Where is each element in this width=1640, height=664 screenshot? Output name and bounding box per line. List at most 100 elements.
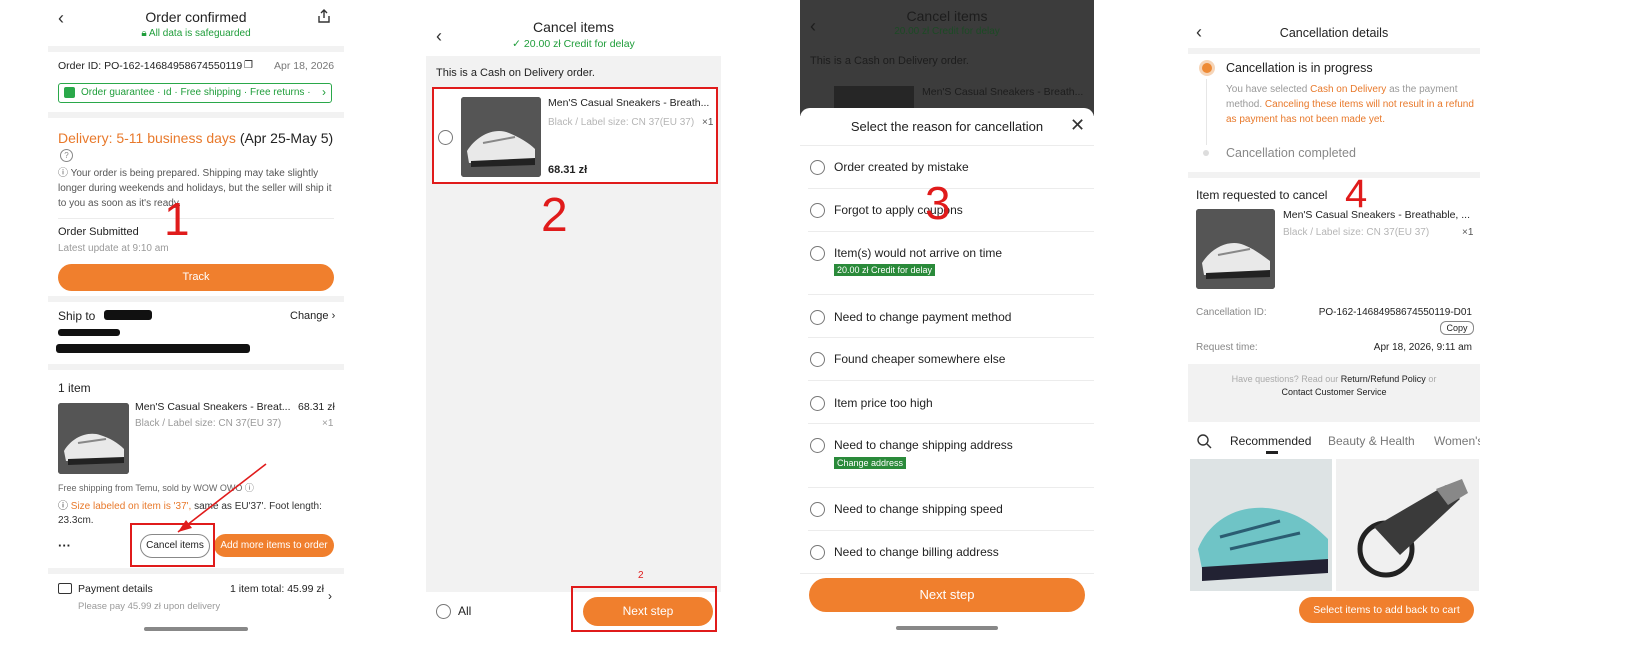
product-name[interactable]: Men'S Casual Sneakers - Breat...: [135, 401, 291, 413]
tab-beauty-health[interactable]: Beauty & Health: [1328, 434, 1415, 448]
product-image[interactable]: [1196, 209, 1275, 289]
reason-radio[interactable]: [810, 246, 825, 261]
chevron-right-icon[interactable]: ›: [328, 589, 332, 603]
help-icon[interactable]: ?: [60, 149, 73, 162]
prep-note: ⓘ Your order is being prepared. Shipping…: [58, 166, 338, 211]
tab-active-indicator: [1266, 451, 1278, 454]
payment-title[interactable]: Payment details: [78, 583, 153, 595]
reason-radio[interactable]: [810, 352, 825, 367]
panel-cancel-reason: ‹ Cancel items 20.00 zł Credit for delay…: [800, 0, 1094, 640]
change-label: Change: [290, 310, 329, 322]
reason-option[interactable]: Need to change shipping address Change a…: [800, 424, 1094, 487]
progress-text-part: You have selected: [1226, 84, 1308, 95]
order-id: Order ID: PO-162-14684958674550119: [58, 60, 243, 72]
divider: [58, 218, 334, 219]
reason-option[interactable]: Found cheaper somewhere else: [800, 338, 1094, 380]
payment-total: 1 item total: 45.99 zł: [230, 583, 324, 595]
panel-cancellation-details: ‹ Cancellation details Cancellation is i…: [1188, 0, 1480, 640]
reason-label: Need to change shipping address: [834, 438, 1013, 452]
reason-label: Need to change billing address: [834, 545, 999, 559]
page-title: Order confirmed: [145, 9, 247, 25]
section-gap: [48, 46, 344, 52]
tab-recommended[interactable]: Recommended: [1230, 434, 1311, 448]
reason-option[interactable]: Need to change shipping speed: [800, 488, 1094, 530]
progress-refund-note: Canceling these items will not result in…: [1226, 99, 1474, 125]
product-variant: Black / Label size: CN 37(EU 37): [135, 418, 282, 429]
cancellation-id-value: PO-162-14684958674550119-D01: [1318, 307, 1472, 318]
section-gap: [48, 296, 344, 302]
page-title: Cancellation details: [1279, 26, 1389, 40]
reason-option[interactable]: Item(s) would not arrive on time 20.00 z…: [800, 232, 1094, 294]
reason-radio[interactable]: [810, 160, 825, 175]
product-image[interactable]: [58, 403, 129, 474]
clock-progress-icon: [1199, 60, 1215, 76]
help-text: Have questions? Read our Return/Refund P…: [1188, 373, 1480, 399]
next-step-button[interactable]: Next step: [809, 578, 1085, 612]
progress-line: [1206, 79, 1207, 145]
share-icon[interactable]: [316, 8, 332, 29]
contact-service-link[interactable]: Contact Customer Service: [1281, 387, 1386, 397]
background-cod: This is a Cash on Delivery order.: [810, 55, 969, 67]
add-back-to-cart-button[interactable]: Select items to add back to cart: [1299, 597, 1474, 623]
recommended-product-image[interactable]: [1190, 459, 1332, 591]
reason-label: Found cheaper somewhere else: [834, 352, 1006, 366]
completed-label: Cancellation completed: [1226, 146, 1356, 160]
order-guarantee-bar[interactable]: Order guarantee · ıd · Free shipping · F…: [58, 83, 332, 103]
status-update: Latest update at 9:10 am: [58, 243, 169, 254]
reason-label: Item price too high: [834, 396, 933, 410]
reason-radio[interactable]: [810, 545, 825, 560]
chevron-right-icon: ›: [322, 85, 326, 99]
info-icon: ⓘ: [58, 168, 68, 179]
section-gap: [48, 568, 344, 574]
payment-note: Please pay 45.99 zł upon delivery: [78, 601, 221, 612]
status-title: Order Submitted: [58, 226, 139, 238]
credit-tag: 20.00 zł Credit for delay: [834, 264, 936, 276]
track-button[interactable]: Track: [58, 264, 334, 291]
divider: [800, 573, 1094, 574]
change-address-link[interactable]: Change ›: [290, 310, 335, 322]
section-gap: [48, 112, 344, 118]
section-gap: [1188, 48, 1480, 54]
items-count: 1 item: [58, 381, 91, 395]
copy-icon[interactable]: ❐: [244, 60, 253, 71]
redacted-address-line-1: [58, 329, 120, 336]
product-qty: ×1: [322, 418, 334, 429]
order-date: Apr 18, 2026: [274, 60, 335, 72]
lock-icon: 🔒︎: [141, 28, 147, 39]
reason-radio[interactable]: [810, 310, 825, 325]
change-address-tag[interactable]: Change address: [834, 457, 907, 469]
tab-womens[interactable]: Women's: [1434, 434, 1480, 448]
reason-option[interactable]: Need to change billing address: [800, 531, 1094, 573]
home-indicator: [896, 626, 998, 630]
reason-option[interactable]: Item price too high: [800, 381, 1094, 423]
completed-dot: [1203, 150, 1209, 156]
search-icon[interactable]: [1196, 433, 1212, 454]
product-price: 68.31 zł: [298, 401, 335, 413]
select-all-radio[interactable]: [436, 604, 451, 619]
cancellation-id-label: Cancellation ID:: [1196, 307, 1267, 318]
recommended-product-image[interactable]: [1336, 459, 1479, 591]
more-options-icon[interactable]: ···: [58, 538, 71, 553]
shield-check-icon: [64, 87, 75, 98]
requested-label: Item requested to cancel: [1196, 188, 1328, 202]
copy-button[interactable]: Copy: [1440, 321, 1474, 335]
background-credit: 20.00 zł Credit for delay: [894, 26, 1000, 37]
reason-radio[interactable]: [810, 438, 825, 453]
reason-option[interactable]: Need to change payment method: [800, 295, 1094, 337]
highlight-next-step: [571, 586, 717, 632]
close-icon[interactable]: ✕: [1070, 115, 1085, 136]
delivery-label: Delivery: 5-11 business days: [58, 130, 236, 146]
section-gap: [1188, 172, 1480, 178]
product-variant: Black / Label size: CN 37(EU 37): [1283, 227, 1430, 238]
progress-text: You have selected Cash on Delivery as th…: [1226, 82, 1476, 127]
reason-radio[interactable]: [810, 502, 825, 517]
home-indicator: [144, 627, 248, 631]
select-all-label[interactable]: All: [458, 604, 471, 618]
credit-note: ✓ 20.00 zł Credit for delay: [426, 38, 721, 50]
reason-radio[interactable]: [810, 396, 825, 411]
step-number-1: 1: [164, 193, 190, 245]
cod-note: This is a Cash on Delivery order.: [436, 67, 595, 79]
refund-policy-link[interactable]: Return/Refund Policy: [1341, 374, 1426, 384]
reason-radio[interactable]: [810, 203, 825, 218]
help-text-part: Have questions? Read our: [1231, 374, 1339, 384]
